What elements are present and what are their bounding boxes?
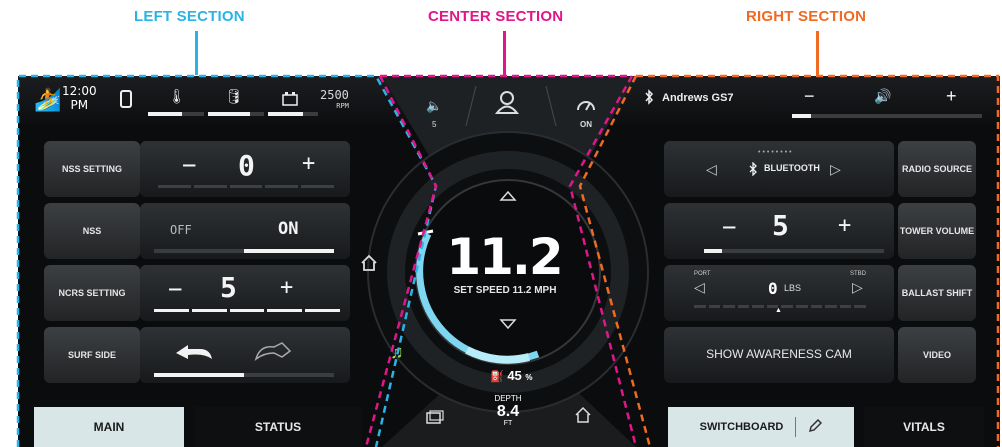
surf-side-indicator <box>154 373 334 377</box>
ncrs-value: 5 <box>220 271 237 304</box>
tower-volume-value: 5 <box>772 209 789 242</box>
tab-switchboard[interactable]: SWITCHBOARD <box>668 407 854 447</box>
radio-prev-button[interactable]: ◁ <box>706 161 717 178</box>
center-section-connector <box>503 31 506 75</box>
current-speed: 11.2 <box>446 228 563 286</box>
fuel-icon: ⛽ <box>490 371 504 383</box>
home-icon[interactable] <box>360 254 378 277</box>
ballast-port-button[interactable]: ◁ <box>694 279 705 296</box>
left-section-label: LEFT SECTION <box>134 8 245 25</box>
ballast-center-marker: ▲ <box>775 307 782 314</box>
dock-home-icon[interactable] <box>574 406 592 429</box>
nss-toggle-indicator <box>154 249 334 253</box>
radio-source-name: BLUETOOTH <box>764 163 820 173</box>
cruise-state: ON <box>580 120 592 129</box>
ballast-stbd-label: STBD <box>850 271 867 277</box>
surf-side-label[interactable]: SURF SIDE <box>44 327 140 383</box>
tower-volume-bar <box>704 249 884 253</box>
nss-setting-control[interactable]: − 0 + <box>140 141 350 197</box>
fuel-level: ⛽ 45 % <box>490 368 533 383</box>
volume-level: 5 <box>432 120 437 129</box>
ncrs-setting-control[interactable]: − 5 + <box>140 265 350 321</box>
tab-vitals[interactable]: VITALS <box>864 407 984 447</box>
nss-plus-button[interactable]: + <box>302 151 315 176</box>
ballast-port-label: PORT <box>694 271 711 277</box>
awareness-cam-button[interactable]: SHOW AWARENESS CAM <box>664 327 894 383</box>
nss-label[interactable]: NSS <box>44 203 140 259</box>
depth-readout: DEPTH 8.4 FT <box>484 394 532 427</box>
pencil-icon[interactable] <box>808 418 823 436</box>
tab-main[interactable]: MAIN <box>34 407 184 447</box>
right-section-connector <box>816 31 819 75</box>
cruise-gauge-icon[interactable] <box>576 98 596 117</box>
nss-setting-label[interactable]: NSS SETTING <box>44 141 140 197</box>
surf-side-control[interactable] <box>140 327 350 383</box>
radio-source-control[interactable]: •••••••• ◁ BLUETOOTH ▷ <box>664 141 894 197</box>
radio-source-label[interactable]: RADIO SOURCE <box>898 141 976 197</box>
ncrs-plus-button[interactable]: + <box>280 275 293 300</box>
depth-value: 8.4 <box>496 403 520 420</box>
set-speed[interactable]: SET SPEED 11.2 MPH <box>422 285 588 296</box>
nss-off-option[interactable]: OFF <box>170 223 192 237</box>
radio-bluetooth-icon <box>748 161 758 181</box>
tower-volume-control[interactable]: − 5 + <box>664 203 894 259</box>
fuel-unit: % <box>525 373 533 382</box>
speed-down-button[interactable] <box>494 314 522 332</box>
nss-minus-button[interactable]: − <box>182 151 196 179</box>
right-section-label: RIGHT SECTION <box>746 8 867 25</box>
radio-page-dots: •••••••• <box>758 149 794 156</box>
set-speed-label: SET SPEED <box>453 285 510 296</box>
radio-next-button[interactable]: ▷ <box>830 161 841 178</box>
music-icon[interactable]: ♫ <box>390 342 404 363</box>
tower-plus-button[interactable]: + <box>838 213 851 238</box>
nss-on-option[interactable]: ON <box>278 219 298 239</box>
set-speed-value: 11.2 MPH <box>512 285 557 296</box>
helm-display: 🏄 12:00 PM 🌡 🛢 2500 RPM Andrews GS7 − 🔊 … <box>18 76 1000 447</box>
awareness-cam-label: SHOW AWARENESS CAM <box>706 347 852 361</box>
ballast-unit: LBS <box>784 283 802 293</box>
left-section-connector <box>195 31 198 75</box>
nss-level-bar <box>158 185 334 188</box>
ncrs-level-bar <box>154 309 340 312</box>
ncrs-setting-label[interactable]: NCRS SETTING <box>44 265 140 321</box>
tower-minus-button[interactable]: − <box>722 213 736 241</box>
center-section-label: CENTER SECTION <box>428 8 564 25</box>
volume-control-button[interactable]: 🔈 <box>426 98 442 114</box>
ballast-value: 0 <box>768 279 778 298</box>
video-label[interactable]: VIDEO <box>898 327 976 383</box>
tab-status[interactable]: STATUS <box>194 407 362 447</box>
depth-label: DEPTH <box>494 394 522 403</box>
user-icon[interactable] <box>494 90 520 119</box>
nss-toggle[interactable]: OFF ON <box>140 203 350 259</box>
nss-value: 0 <box>238 149 255 182</box>
ncrs-minus-button[interactable]: − <box>168 275 182 303</box>
tab-switchboard-label: SWITCHBOARD <box>699 421 784 433</box>
ballast-shift-control[interactable]: PORT ◁ 0 LBS STBD ▷ ▲ <box>664 265 894 321</box>
ballast-stbd-button[interactable]: ▷ <box>852 279 863 296</box>
gallery-icon[interactable] <box>426 410 444 429</box>
fuel-value: 45 <box>507 368 522 383</box>
surf-right-wave-icon[interactable] <box>252 339 292 366</box>
tower-volume-label[interactable]: TOWER VOLUME <box>898 203 976 259</box>
depth-unit: FT <box>503 420 513 427</box>
surf-left-wave-icon[interactable] <box>174 339 214 366</box>
ballast-shift-label[interactable]: BALLAST SHIFT <box>898 265 976 321</box>
tab-divider <box>795 417 797 437</box>
speed-up-button[interactable] <box>494 188 522 206</box>
